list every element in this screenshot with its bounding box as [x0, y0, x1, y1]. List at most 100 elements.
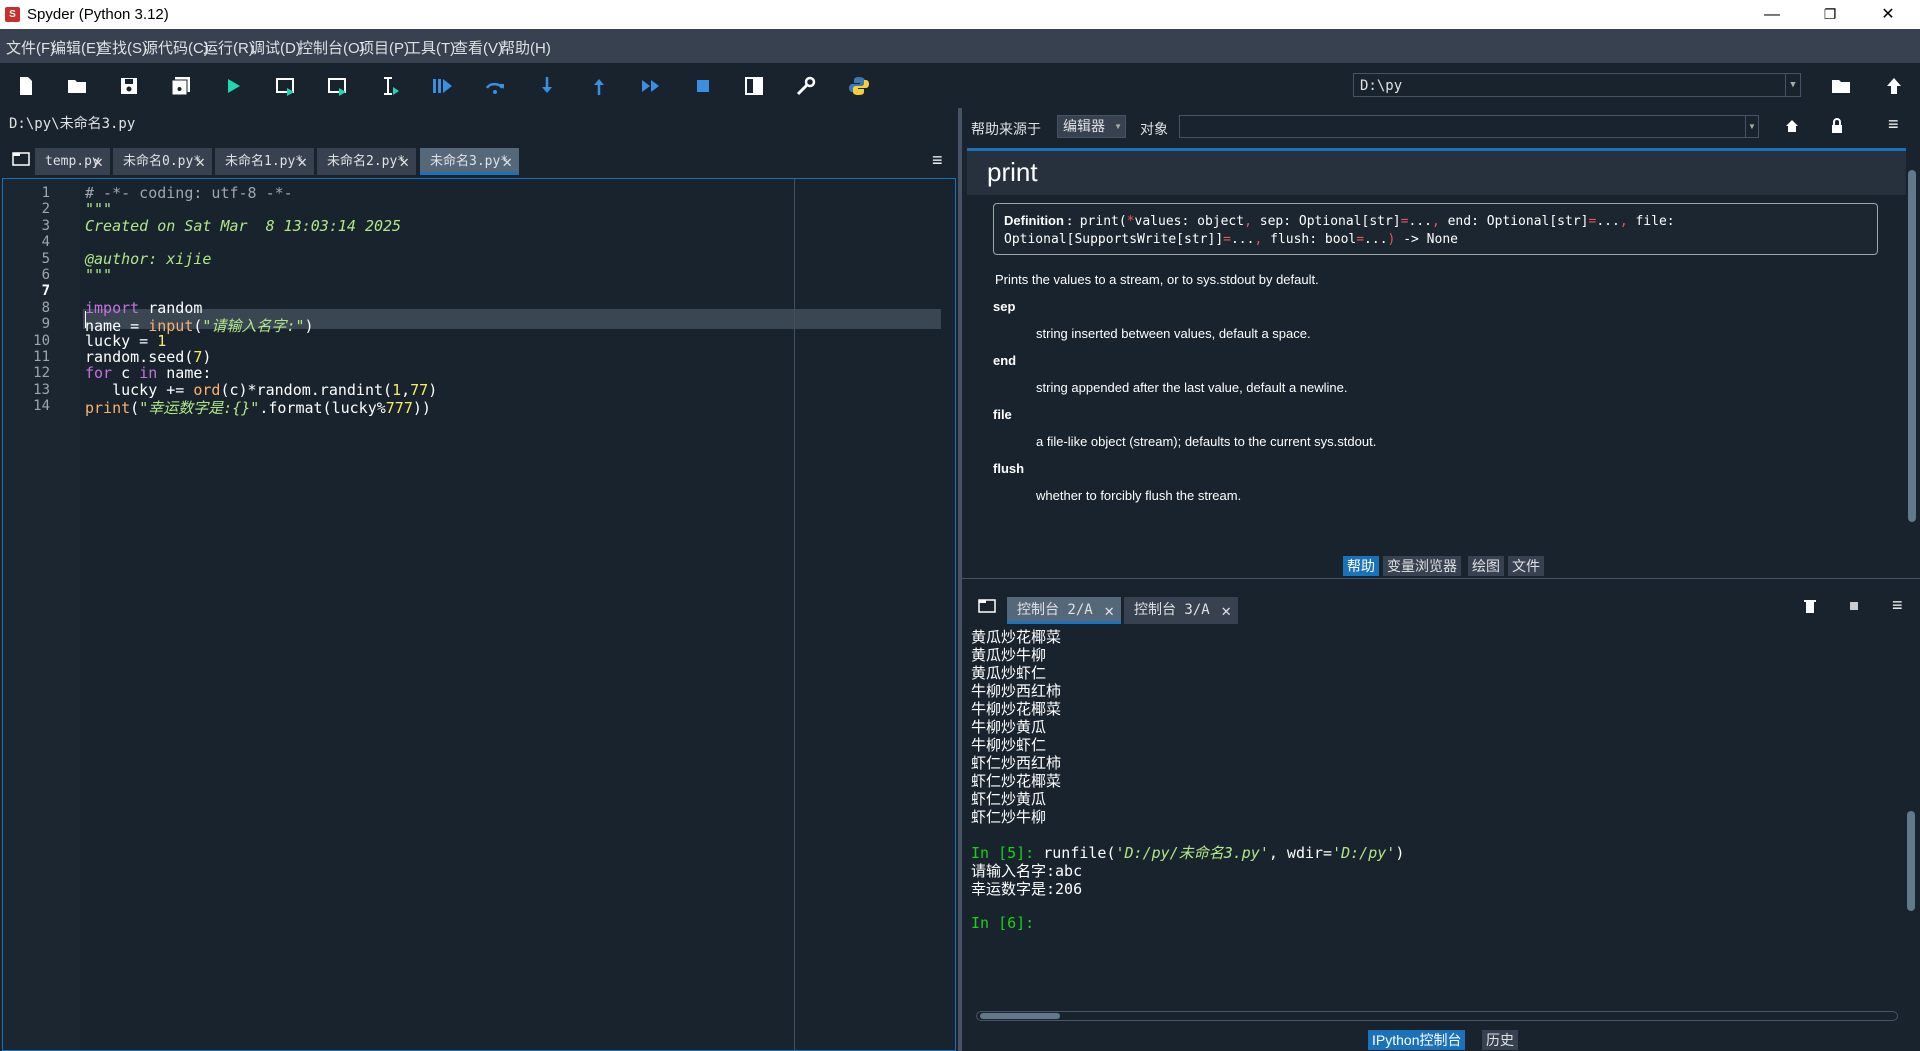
menu-item-1[interactable]: 编辑(E) — [51, 37, 101, 58]
browse-tabs-icon[interactable] — [978, 599, 996, 618]
code-line[interactable]: """ — [85, 200, 112, 218]
code-line[interactable]: @author: xijie — [85, 250, 211, 268]
close-icon[interactable]: ✕ — [502, 148, 512, 175]
editor-tab[interactable]: 未命名1.py* ✕ — [215, 148, 314, 175]
editor-tab[interactable]: 未命名0.py* ✕ — [113, 148, 212, 175]
menu-item-6[interactable]: 控制台(O) — [298, 37, 365, 58]
console-horizontal-scrollbar[interactable] — [976, 1011, 1898, 1021]
code-token: ) — [428, 380, 438, 399]
tab-plots[interactable]: 绘图 — [1468, 556, 1504, 576]
line-number: 13 — [33, 381, 50, 398]
tab-variable-explorer[interactable]: 变量浏览器 — [1383, 556, 1461, 576]
continue-icon[interactable] — [638, 73, 664, 99]
code-token: )) — [412, 399, 431, 418]
preferences-icon[interactable] — [793, 73, 819, 99]
run-selection-icon[interactable] — [377, 73, 403, 99]
console-options-menu-icon[interactable]: ≡ — [1892, 595, 1903, 616]
lock-icon[interactable] — [1830, 118, 1844, 138]
run-cell-advance-icon[interactable] — [325, 73, 351, 99]
close-icon[interactable]: ✕ — [93, 148, 103, 175]
line-number: 3 — [41, 217, 50, 234]
console-scrollbar-thumb[interactable] — [1907, 811, 1915, 911]
code-token: ) — [304, 317, 314, 336]
tab-history[interactable]: 历史 — [1482, 1030, 1518, 1050]
editor-tab[interactable]: 未命名3.py* ✕ — [420, 148, 519, 175]
menu-item-7[interactable]: 项目(P) — [359, 37, 409, 58]
code-line[interactable]: random.seed(7) — [85, 348, 211, 366]
definition-token: , — [1619, 214, 1636, 229]
menu-item-2[interactable]: 查找(S) — [97, 37, 147, 58]
code-token: @author: xijie — [85, 249, 212, 268]
console-hscroll-thumb[interactable] — [980, 1013, 1060, 1019]
close-icon[interactable]: ✕ — [297, 148, 307, 175]
editor-tab[interactable]: 未命名2.py* ✕ — [317, 148, 416, 175]
code-line[interactable]: # -*- coding: utf-8 -*- — [85, 184, 293, 202]
menu-item-10[interactable]: 帮助(H) — [500, 37, 551, 58]
help-title: print — [987, 157, 1038, 187]
menu-item-5[interactable]: 调试(D) — [250, 37, 301, 58]
run-cell-icon[interactable] — [273, 73, 299, 99]
code-line[interactable]: Created on Sat Mar 8 13:03:14 2025 — [85, 217, 401, 235]
up-arrow-icon[interactable] — [1881, 73, 1907, 99]
help-options-menu-icon[interactable]: ≡ — [1888, 114, 1899, 135]
close-icon[interactable]: ✕ — [399, 148, 409, 175]
run-icon[interactable] — [220, 73, 246, 99]
restore-button[interactable]: ❐ — [1801, 0, 1859, 29]
tab-help[interactable]: 帮助 — [1343, 556, 1379, 576]
help-source-select[interactable]: 编辑器 ▼ — [1057, 115, 1126, 138]
new-file-icon[interactable] — [13, 73, 39, 99]
console-output[interactable]: 黄瓜炒花椰菜 黄瓜炒牛柳 黄瓜炒虾仁 牛柳炒西红柿 牛柳炒花椰菜 牛柳炒黄瓜 牛柳炒虾仁 虾仁… — [964, 628, 1906, 1024]
help-scrollbar-thumb[interactable] — [1908, 170, 1916, 522]
code-line[interactable]: import random — [85, 299, 202, 317]
code-token: 77 — [410, 380, 429, 399]
folder-icon[interactable] — [1828, 73, 1854, 99]
editor-options-menu-icon[interactable]: ≡ — [932, 150, 943, 171]
maximize-pane-icon[interactable] — [741, 73, 767, 99]
code-line[interactable]: for c in name: — [85, 364, 211, 382]
save-icon[interactable] — [116, 73, 142, 99]
code-line[interactable]: lucky = 1 — [85, 332, 166, 350]
trash-icon[interactable] — [1804, 599, 1816, 618]
python-path-icon[interactable] — [846, 73, 872, 99]
tab-files[interactable]: 文件 — [1508, 556, 1544, 576]
minimize-button[interactable]: — — [1743, 0, 1801, 29]
close-icon[interactable]: ✕ — [1221, 597, 1231, 624]
tab-console-2[interactable]: 控制台 2/A ✕ — [1007, 597, 1121, 624]
tab-console-3[interactable]: 控制台 3/A ✕ — [1124, 597, 1238, 624]
stop-kernel-icon[interactable] — [1850, 602, 1858, 610]
code-token: in — [139, 364, 158, 383]
close-window-button[interactable]: ✕ — [1859, 0, 1917, 29]
working-directory-combo[interactable]: D:\py ▼ — [1353, 73, 1801, 97]
edge-line — [794, 179, 795, 1050]
code-line[interactable]: lucky += ord(c)*random.randint(1,77) — [85, 381, 437, 399]
menu-item-4[interactable]: 运行(R) — [203, 37, 254, 58]
definition-label: Definition : — [1004, 213, 1072, 228]
console-vertical-scrollbar[interactable] — [1904, 628, 1918, 1018]
menu-item-9[interactable]: 查看(V) — [453, 37, 503, 58]
tab-ipython-console[interactable]: IPython控制台 — [1368, 1030, 1466, 1050]
step-over-icon[interactable] — [482, 73, 508, 99]
help-scrollbar[interactable] — [1906, 148, 1918, 552]
chevron-down-icon[interactable]: ▼ — [1785, 74, 1800, 96]
menu-item-8[interactable]: 工具(T) — [406, 37, 455, 58]
chevron-down-icon[interactable]: ▼ — [1745, 116, 1758, 137]
open-file-icon[interactable] — [64, 73, 90, 99]
definition-box: Definition : print(*values: object, sep:… — [993, 203, 1878, 255]
code-line[interactable]: print("幸运数字是:{}".format(lucky%777)) — [85, 397, 431, 418]
save-all-icon[interactable] — [168, 73, 194, 99]
code-editor[interactable]: 1 2 3 4 5 6 7 8 9 10 11 12 13 14 # -*- coding: utf-8 … — [2, 178, 956, 1051]
close-icon[interactable]: ✕ — [195, 148, 205, 175]
menu-item-3[interactable]: 源代码(C) — [143, 37, 209, 58]
stop-icon[interactable] — [690, 73, 716, 99]
debug-icon[interactable] — [429, 73, 455, 99]
browse-tabs-icon[interactable] — [12, 152, 30, 171]
help-object-input[interactable]: ▼ — [1179, 115, 1759, 138]
code-token: print — [85, 399, 131, 418]
step-return-icon[interactable] — [586, 73, 612, 99]
home-icon[interactable] — [1785, 119, 1799, 138]
menu-item-0[interactable]: 文件(F) — [6, 37, 55, 58]
step-into-icon[interactable] — [534, 73, 560, 99]
editor-tab[interactable]: temp.py ✕ — [35, 148, 110, 175]
close-icon[interactable]: ✕ — [1104, 597, 1114, 624]
code-line[interactable]: """ — [85, 266, 112, 284]
